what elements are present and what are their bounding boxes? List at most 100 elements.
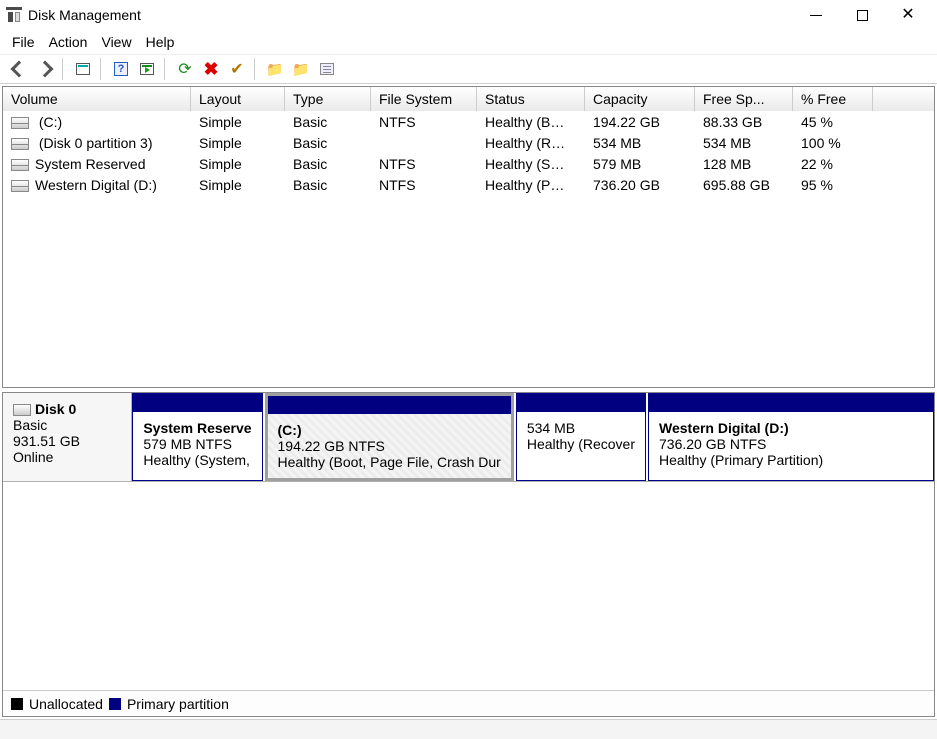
volume-name: (Disk 0 partition 3): [35, 135, 152, 151]
cell-fs: NTFS: [371, 114, 477, 130]
partition-status: Healthy (Recover: [527, 436, 635, 452]
volume-row[interactable]: (C:)SimpleBasicNTFSHealthy (B…194.22 GB8…: [3, 111, 934, 132]
window-title: Disk Management: [28, 7, 141, 23]
cell-fs: NTFS: [371, 156, 477, 172]
partition-size: 194.22 GB NTFS: [278, 438, 501, 454]
disk-state: Online: [13, 449, 121, 465]
list-view-button[interactable]: [316, 58, 338, 80]
check-icon: ✔: [230, 59, 243, 79]
cell-pfree: 100 %: [793, 135, 873, 151]
col-capacity[interactable]: Capacity: [585, 87, 695, 111]
window: Disk Management ✕ File Action View Help …: [0, 0, 937, 739]
maximize-button[interactable]: [839, 0, 885, 30]
volume-list-header: Volume Layout Type File System Status Ca…: [3, 87, 934, 111]
swatch-unallocated-icon: [11, 698, 23, 710]
statusbar: [0, 719, 937, 739]
disk-icon: [13, 404, 31, 416]
cell-layout: Simple: [191, 114, 285, 130]
partition-size: 736.20 GB NTFS: [659, 436, 923, 452]
legend: Unallocated Primary partition: [3, 690, 934, 716]
cell-capacity: 534 MB: [585, 135, 695, 151]
back-button[interactable]: [8, 58, 30, 80]
col-filesystem[interactable]: File System: [371, 87, 477, 111]
delete-button[interactable]: ✖: [200, 58, 222, 80]
partition[interactable]: System Reserve579 MB NTFSHealthy (System…: [132, 393, 262, 481]
cell-layout: Simple: [191, 156, 285, 172]
cell-capacity: 736.20 GB: [585, 177, 695, 193]
volume-row[interactable]: Western Digital (D:)SimpleBasicNTFSHealt…: [3, 174, 934, 195]
properties-button[interactable]: ✔: [226, 58, 248, 80]
volume-row[interactable]: System ReservedSimpleBasicNTFSHealthy (S…: [3, 153, 934, 174]
partition-title: Western Digital (D:): [659, 420, 923, 436]
cell-pfree: 22 %: [793, 156, 873, 172]
minimize-icon: [810, 15, 822, 16]
partition-bar: [133, 394, 261, 412]
col-layout[interactable]: Layout: [191, 87, 285, 111]
partition-body: System Reserve579 MB NTFSHealthy (System…: [133, 412, 261, 480]
volume-name: Western Digital (D:): [35, 177, 157, 193]
show-hide-console-tree-button[interactable]: [72, 58, 94, 80]
partition-size: 534 MB: [527, 420, 635, 436]
volume-list: Volume Layout Type File System Status Ca…: [2, 86, 935, 388]
menu-file[interactable]: File: [12, 34, 35, 50]
menu-view[interactable]: View: [101, 34, 131, 50]
partition[interactable]: 534 MBHealthy (Recover: [516, 393, 646, 481]
actionpane-button[interactable]: [136, 58, 158, 80]
cell-status: Healthy (P…: [477, 177, 585, 193]
list-icon: [320, 63, 334, 75]
volume-icon: [11, 117, 29, 129]
volume-name: (C:): [35, 114, 62, 130]
col-type[interactable]: Type: [285, 87, 371, 111]
folder-up-icon: 📁: [266, 61, 283, 78]
arrow-left-icon: [11, 61, 28, 78]
partition-status: Healthy (Primary Partition): [659, 452, 923, 468]
minimize-button[interactable]: [793, 0, 839, 30]
cell-type: Basic: [285, 177, 371, 193]
maximize-icon: [857, 10, 868, 21]
col-volume[interactable]: Volume: [3, 87, 191, 111]
cell-type: Basic: [285, 135, 371, 151]
folder-search-button[interactable]: 📁: [290, 58, 312, 80]
toolbar: ? ⟳ ✖ ✔ 📁 📁: [0, 54, 937, 84]
col-status[interactable]: Status: [477, 87, 585, 111]
disk-type: Basic: [13, 417, 121, 433]
cell-pfree: 45 %: [793, 114, 873, 130]
disk-size: 931.51 GB: [13, 433, 121, 449]
partition-status: Healthy (System,: [143, 452, 251, 468]
partition-status: Healthy (Boot, Page File, Crash Dur: [278, 454, 501, 470]
menu-action[interactable]: Action: [49, 34, 88, 50]
disk-label[interactable]: Disk 0 Basic 931.51 GB Online: [3, 393, 132, 481]
app-icon: [6, 7, 22, 23]
legend-unallocated: Unallocated: [29, 696, 103, 712]
cell-layout: Simple: [191, 135, 285, 151]
partition-size: 579 MB NTFS: [143, 436, 251, 452]
partition-title: System Reserve: [143, 420, 251, 436]
panel-play-icon: [140, 63, 154, 75]
col-percent-free[interactable]: % Free: [793, 87, 873, 111]
delete-icon: ✖: [203, 59, 218, 80]
cell-status: Healthy (S…: [477, 156, 585, 172]
legend-primary: Primary partition: [127, 696, 229, 712]
partition[interactable]: Western Digital (D:)736.20 GB NTFSHealth…: [648, 393, 934, 481]
volume-row[interactable]: (Disk 0 partition 3) SimpleBasic Healthy (…: [3, 132, 934, 153]
cell-capacity: 194.22 GB: [585, 114, 695, 130]
panel-icon: [76, 63, 90, 75]
disk-map: Disk 0 Basic 931.51 GB Online System Res…: [2, 392, 935, 717]
swatch-primary-icon: [109, 698, 121, 710]
forward-button[interactable]: [34, 58, 56, 80]
refresh-button[interactable]: ⟳: [174, 58, 196, 80]
cell-capacity: 579 MB: [585, 156, 695, 172]
volume-icon: [11, 138, 29, 150]
help-button[interactable]: ?: [110, 58, 132, 80]
cell-free: 534 MB: [695, 135, 793, 151]
cell-free: 128 MB: [695, 156, 793, 172]
volume-icon: [11, 159, 29, 171]
partition[interactable]: (C:)194.22 GB NTFSHealthy (Boot, Page Fi…: [265, 393, 514, 481]
cell-status: Healthy (R…: [477, 135, 585, 151]
col-free-space[interactable]: Free Sp...: [695, 87, 793, 111]
volume-list-body: (C:)SimpleBasicNTFSHealthy (B…194.22 GB8…: [3, 111, 934, 195]
menu-help[interactable]: Help: [146, 34, 175, 50]
close-button[interactable]: ✕: [885, 0, 931, 30]
partition-body: 534 MBHealthy (Recover: [517, 412, 645, 480]
folder-up-button[interactable]: 📁: [264, 58, 286, 80]
